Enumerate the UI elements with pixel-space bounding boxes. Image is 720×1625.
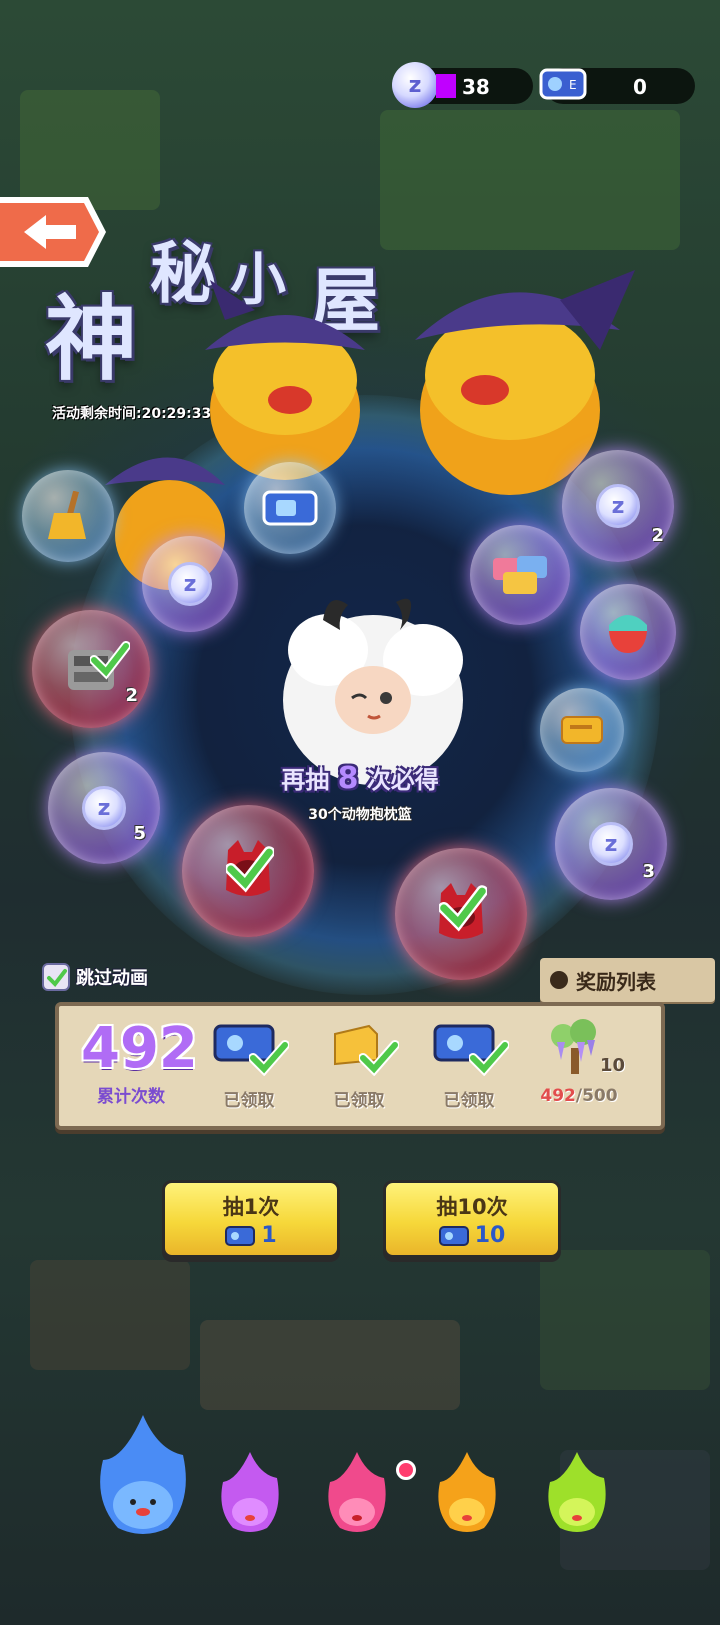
purple-flame-spirit-icon[interactable] — [215, 1450, 285, 1535]
coin-balance[interactable]: z 38 — [392, 62, 533, 108]
bubble-count: 3 — [642, 861, 655, 882]
bubble-coin-x5: z 5 — [48, 752, 160, 864]
notification-dot — [396, 1460, 416, 1480]
bubble-red-creature-right — [395, 848, 527, 980]
pity-prefix: 再抽 — [281, 766, 330, 794]
milestone-status: 已领取 — [443, 1091, 495, 1111]
bubble-gold-ticket — [540, 688, 624, 772]
bubble-tech-block: 2 — [32, 610, 150, 728]
pink-flame-spirit-icon[interactable] — [322, 1450, 392, 1535]
blue-ticket-icon — [262, 490, 318, 526]
reward-list-button[interactable]: 奖励列表 — [540, 958, 715, 1002]
coin-bar-fill — [436, 74, 456, 98]
bubble-cat-bowl — [580, 584, 676, 680]
draw-cost: 1 — [261, 1223, 277, 1248]
title-char: 神 — [45, 286, 138, 393]
gold-ticket-icon — [561, 716, 603, 744]
bubble-broom — [22, 470, 114, 562]
blue-flame-spirit-icon[interactable] — [88, 1410, 198, 1540]
check-icon — [359, 1040, 399, 1076]
pity-remaining: 8 — [337, 761, 359, 796]
progress-target: /500 — [575, 1086, 618, 1106]
milestone-1[interactable]: 已领取 — [199, 1018, 299, 1111]
milestone-reward-count: 10 — [599, 1055, 625, 1076]
draw-label: 抽1次 — [222, 1195, 280, 1219]
ticket-count: 0 — [633, 75, 647, 99]
coin-count: 38 — [462, 75, 490, 99]
milestone-2[interactable]: 已领取 — [309, 1018, 409, 1111]
z-coin-icon: z — [596, 484, 640, 528]
bubble-coupons — [470, 525, 570, 625]
broom-icon — [48, 491, 86, 539]
progress-panel: 492 累计次数 已领取 已领取 已领取 10 492/500 — [55, 1002, 665, 1130]
reward-list-label: 奖励列表 — [576, 969, 656, 994]
milestone-4[interactable]: 10 492/500 — [529, 1018, 629, 1106]
draw-ten-button[interactable]: 抽10次 10 — [383, 1180, 561, 1258]
z-coin-icon: z — [168, 562, 212, 606]
pity-suffix: 次必得 — [366, 766, 439, 794]
blue-ticket-icon — [225, 1225, 256, 1246]
skip-label: 跳过动画 — [76, 968, 148, 989]
coupon-bundle-icon — [493, 556, 547, 594]
draw-label: 抽10次 — [436, 1195, 508, 1219]
total-draws: 492 累计次数 — [81, 1016, 198, 1108]
check-icon — [469, 1040, 509, 1076]
cat-bowl-icon — [609, 615, 647, 653]
pity-counter: 再抽 8 次必得 — [230, 760, 490, 796]
bubble-count: 2 — [651, 525, 664, 546]
bubble-coin: z — [142, 536, 238, 632]
bubble-red-creature-left — [182, 805, 314, 937]
bubble-ticket — [244, 462, 336, 554]
milestone-progress: 492/500 — [529, 1086, 629, 1106]
check-icon — [226, 846, 274, 893]
milestone-3[interactable]: 已领取 — [419, 1018, 519, 1111]
skip-animation-toggle[interactable]: 跳过动画 — [42, 963, 148, 991]
orange-flame-spirit-icon[interactable] — [432, 1450, 502, 1535]
check-icon — [47, 969, 67, 988]
total-label: 累计次数 — [97, 1087, 165, 1107]
milestone-status: 已领取 — [223, 1091, 275, 1111]
pity-prize: 30个动物抱枕篮 — [308, 807, 412, 823]
draw-once-button[interactable]: 抽1次 1 — [162, 1180, 340, 1258]
bubble-count: 2 — [125, 685, 138, 706]
check-icon — [90, 641, 130, 680]
ticket-icon: E — [539, 68, 587, 100]
z-coin-icon: z — [589, 822, 633, 866]
checkbox[interactable] — [42, 963, 70, 991]
blue-ticket-icon — [438, 1225, 469, 1246]
bubble-coin-x3: z 3 — [555, 788, 667, 900]
check-icon — [249, 1040, 289, 1076]
wisteria-tree-icon — [551, 1019, 596, 1074]
z-coin-icon: z — [82, 786, 126, 830]
info-icon — [550, 971, 568, 989]
green-flame-spirit-icon[interactable] — [542, 1450, 612, 1535]
total-count: 492 — [81, 1016, 198, 1081]
check-icon — [439, 885, 487, 932]
svg-text:E: E — [569, 78, 577, 92]
ticket-balance[interactable]: E 0 — [539, 68, 695, 104]
bubble-coin-x2: z 2 — [562, 450, 674, 562]
z-coin-icon: z — [392, 62, 438, 108]
progress-current: 492 — [540, 1086, 576, 1106]
draw-cost: 10 — [474, 1223, 506, 1248]
milestone-status: 已领取 — [333, 1091, 385, 1111]
bubble-count: 5 — [133, 823, 146, 844]
